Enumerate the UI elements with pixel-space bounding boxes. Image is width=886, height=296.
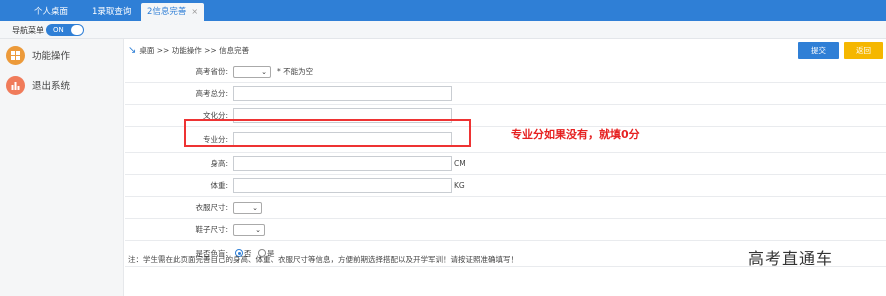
field-label: 体重: [210, 181, 228, 190]
annotation-text: 专业分如果没有，就填0分 [511, 128, 640, 141]
row-gaokao-province: 高考省份: ⌄ * 不能为空 [125, 61, 886, 83]
field-label: 衣服尺寸: [195, 203, 228, 212]
chart-icon [6, 75, 25, 95]
nav-menu-toggle[interactable]: ON [46, 24, 84, 36]
row-shoe-size: 鞋子尺寸: ⌄ [125, 219, 886, 241]
clothes-size-select[interactable]: ⌄ [233, 202, 262, 214]
tab-info-complete[interactable]: 2信息完善 × [141, 3, 205, 21]
row-weight: 体重: KG [125, 175, 886, 197]
watermark: 高考直通车 [748, 249, 834, 268]
required-hint: * 不能为空 [277, 67, 314, 76]
province-select[interactable]: ⌄ [233, 66, 271, 78]
sidebar-item-label: 退出系统 [32, 81, 71, 92]
row-height: 身高: CM [125, 153, 886, 175]
sidebar-item-label: 功能操作 [32, 51, 71, 62]
grid-icon [6, 45, 25, 65]
tab-label: 1录取查询 [92, 7, 132, 17]
sidebar-item-functions[interactable]: 功能操作 [6, 44, 70, 66]
weight-input[interactable] [233, 178, 452, 193]
sidebar: 功能操作 退出系统 [0, 39, 124, 296]
shoe-size-select[interactable]: ⌄ [233, 224, 265, 236]
nav-bar: 导航菜单 ON [0, 21, 886, 39]
toggle-knob [71, 25, 83, 35]
back-button[interactable]: 返回 [844, 42, 883, 59]
row-clothes-size: 衣服尺寸: ⌄ [125, 197, 886, 219]
field-label: 身高: [210, 159, 228, 168]
sidebar-item-exit[interactable]: 退出系统 [6, 74, 70, 96]
nav-menu-label: 导航菜单 [12, 26, 44, 35]
submit-button[interactable]: 提交 [798, 42, 839, 59]
chevron-down-icon: ⌄ [255, 226, 261, 234]
tab-close-icon[interactable]: × [191, 7, 198, 16]
tab-admission-query[interactable]: 1录取查询 [86, 3, 137, 21]
gaokao-total-input[interactable] [233, 86, 452, 101]
chevron-down-icon: ⌄ [261, 68, 267, 76]
unit-label: CM [454, 159, 466, 168]
top-tab-bar: 个人桌面 1录取查询 2信息完善 × [0, 0, 886, 21]
field-label: 鞋子尺寸: [195, 225, 228, 234]
footer-note: 注：学生需在此页面完善自己的身高、体重、衣服尺寸等信息，方便前期选择搭配以及开学… [128, 255, 518, 264]
toggle-label: ON [53, 26, 64, 34]
field-label: 高考总分: [195, 89, 228, 98]
breadcrumb-text: 桌面 >> 功能操作 >> 信息完善 [139, 46, 250, 55]
row-gaokao-total: 高考总分: [125, 83, 886, 105]
height-input[interactable] [233, 156, 452, 171]
tab-label: 个人桌面 [34, 7, 69, 17]
arrow-icon: ↘ [128, 45, 137, 56]
tab-personal-desktop[interactable]: 个人桌面 [28, 3, 74, 21]
field-label: 高考省份: [195, 67, 228, 76]
chevron-down-icon: ⌄ [252, 204, 258, 212]
tab-label: 2信息完善 [147, 7, 187, 17]
highlight-box [184, 119, 471, 147]
unit-label: KG [454, 181, 465, 190]
breadcrumb: ↘ 桌面 >> 功能操作 >> 信息完善 [128, 45, 249, 56]
